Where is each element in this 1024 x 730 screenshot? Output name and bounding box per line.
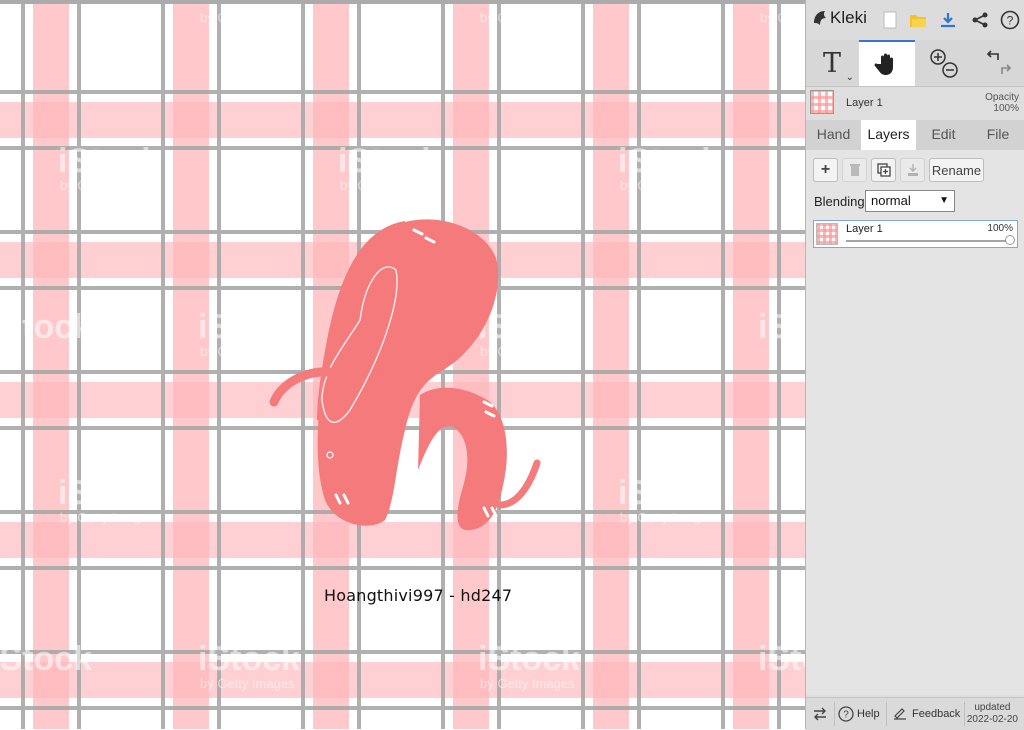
swap-arrows-icon <box>814 707 826 721</box>
svg-text:iStock: iStock <box>198 308 300 346</box>
undo-redo-controls <box>972 40 1024 86</box>
svg-text:by Getty Images: by Getty Images <box>200 676 295 691</box>
zoom-controls <box>918 40 970 86</box>
rename-layer-button[interactable]: Rename <box>929 158 984 182</box>
text-tool-button[interactable]: T ⌄ <box>806 40 858 86</box>
svg-text:by Getty Images: by Getty Images <box>480 344 575 359</box>
top-bar: Kleki ? <box>806 0 1024 41</box>
redo-icon[interactable] <box>1000 64 1011 74</box>
layer-opacity-slider[interactable] <box>846 240 1011 242</box>
opacity-value: 100% <box>993 103 1019 114</box>
chevron-down-icon[interactable]: ⌄ <box>846 72 854 83</box>
app-name: Kleki <box>830 8 867 27</box>
download-icon[interactable] <box>936 8 960 32</box>
layer-name: Layer 1 <box>846 223 883 235</box>
svg-text:by Getty Images: by Getty Images <box>200 344 295 359</box>
svg-text:by Getty Images: by Getty Images <box>60 178 155 193</box>
svg-text:?: ? <box>1007 14 1014 28</box>
updated-info[interactable]: updated 2022-02-20 <box>967 702 1018 726</box>
tab-file[interactable]: File <box>971 120 1024 150</box>
current-layer-info: Layer 1 Opacity 100% <box>806 86 1024 120</box>
merge-down-button[interactable] <box>900 158 925 182</box>
layer-opacity-slider-handle[interactable] <box>1005 235 1015 245</box>
svg-text:iStock: iStock <box>58 142 160 180</box>
svg-text:by Getty Images: by Getty Images <box>480 10 575 25</box>
hand-tool-button[interactable] <box>859 40 915 86</box>
tab-hand[interactable]: Hand <box>806 120 861 150</box>
hand-tool-icon <box>874 53 893 75</box>
svg-text:?: ? <box>843 710 849 721</box>
delete-layer-button[interactable] <box>842 158 867 182</box>
svg-text:by Getty Images: by Getty Images <box>200 10 295 25</box>
opacity-readout: Opacity 100% <box>985 92 1019 114</box>
svg-text:by Getty Images: by Getty Images <box>620 178 715 193</box>
svg-text:by Getty Images: by Getty Images <box>760 10 805 25</box>
side-panel: Kleki ? T ⌄ Layer 1 Opacity 100% Hand La… <box>805 0 1024 730</box>
open-folder-icon[interactable] <box>906 8 930 32</box>
svg-text:iStock: iStock <box>0 640 92 678</box>
kleki-logo[interactable]: Kleki <box>812 8 867 28</box>
layer-opacity-value: 100% <box>987 223 1013 234</box>
zoom-out-icon[interactable] <box>942 62 958 78</box>
kleki-logo-icon <box>814 11 826 25</box>
opacity-label: Opacity <box>985 92 1019 103</box>
updated-date: 2022-02-20 <box>966 714 1018 725</box>
svg-text:iStock: iStock <box>618 474 720 512</box>
tool-row: T ⌄ <box>806 40 1024 87</box>
svg-text:iStock: iStock <box>0 308 92 346</box>
duplicate-layer-button[interactable] <box>871 158 896 182</box>
svg-text:iStock: iStock <box>338 142 440 180</box>
current-layer-name: Layer 1 <box>846 97 883 109</box>
svg-text:iStock: iStock <box>58 474 160 512</box>
zoom-in-icon[interactable] <box>930 49 946 65</box>
feedback-label: Feedback <box>912 708 961 720</box>
svg-text:by Getty Images: by Getty Images <box>340 178 435 193</box>
bottom-bar: ? Help Feedback updated 2022-02-20 <box>806 697 1024 730</box>
merge-down-icon <box>907 164 918 176</box>
svg-text:iStock: iStock <box>478 308 580 346</box>
svg-text:iStock: iStock <box>758 308 805 346</box>
tab-edit[interactable]: Edit <box>916 120 971 150</box>
panel-tabs: Hand Layers Edit File <box>806 120 1024 150</box>
updated-label: updated <box>974 702 1011 713</box>
artist-signature: Hoangthivi997 - hd247 <box>324 586 513 605</box>
canvas-top-edge <box>0 0 805 4</box>
undo-icon[interactable] <box>986 50 999 60</box>
blending-value: normal <box>871 193 911 208</box>
drawing-canvas[interactable]: iStock iStock iStock iStock iStock iStock iSt… <box>0 0 805 729</box>
svg-text:iStock: iStock <box>198 640 300 678</box>
new-image-icon[interactable] <box>878 8 902 32</box>
blending-select[interactable]: normal ▼ <box>865 190 955 212</box>
share-icon[interactable] <box>968 8 992 32</box>
layer-thumbnail <box>816 223 838 245</box>
help-button[interactable]: ? Help <box>838 698 880 730</box>
layers-pane: + Rename Blending normal ▼ Layer 1 100% <box>806 150 1024 695</box>
svg-text:by Getty Images: by Getty Images <box>620 510 715 525</box>
svg-text:iStock: iStock <box>758 640 805 678</box>
svg-text:by Getty Images: by Getty Images <box>60 510 155 525</box>
canvas-drawing: iStock iStock iStock iStock iStock iStock iSt… <box>0 0 805 729</box>
text-tool-icon: T <box>822 47 841 79</box>
tab-layers[interactable]: Layers <box>861 120 916 150</box>
svg-text:iStock: iStock <box>618 142 720 180</box>
duplicate-icon <box>876 163 891 177</box>
add-layer-button[interactable]: + <box>813 158 838 182</box>
svg-text:iStock: iStock <box>478 640 580 678</box>
feedback-icon <box>894 708 906 720</box>
blending-label: Blending <box>814 194 865 209</box>
chevron-down-icon: ▼ <box>939 195 949 206</box>
help-icon[interactable]: ? <box>998 8 1022 32</box>
feedback-button[interactable]: Feedback <box>892 698 960 730</box>
svg-text:by Getty Images: by Getty Images <box>480 676 575 691</box>
layer-list-item[interactable]: Layer 1 100% <box>813 220 1018 248</box>
help-label: Help <box>857 708 880 720</box>
trash-icon <box>849 164 860 176</box>
swap-sides-button[interactable] <box>812 698 828 730</box>
help-circle-icon: ? <box>838 706 854 722</box>
layer-thumbnail <box>810 90 834 114</box>
